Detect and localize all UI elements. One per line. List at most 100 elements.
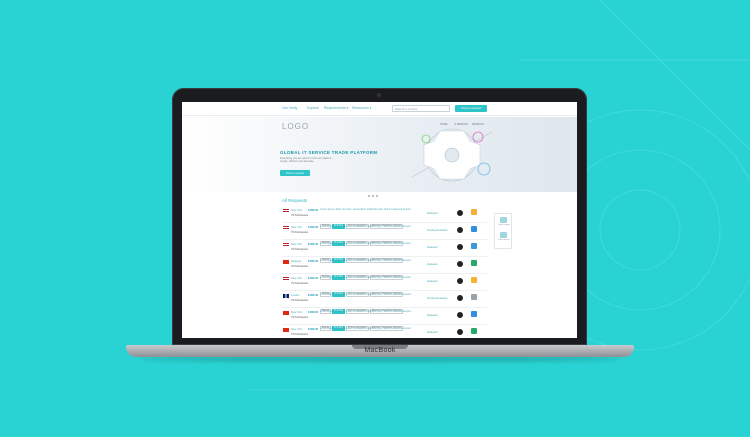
request-tags: BudgetFull-timeProject IntegrationRemote… (320, 332, 404, 338)
action-circle-icon[interactable] (457, 329, 463, 335)
requests-list: New York $ 800.00 79 Participants Lorem ips… (282, 206, 487, 338)
request-price: $ 800.00 (308, 310, 319, 314)
service-tile-icon[interactable] (471, 294, 477, 300)
service-tile-icon[interactable] (471, 209, 477, 215)
flag-icon (283, 277, 289, 281)
service-tile-icon[interactable] (471, 277, 477, 283)
request-status: Evaluated (427, 331, 438, 334)
request-location: New York (291, 242, 302, 246)
carousel-dots[interactable] (368, 184, 380, 202)
request-location: New York (291, 208, 302, 212)
request-status: Evaluated (427, 280, 438, 283)
request-status: Evaluated (427, 212, 438, 215)
request-description-link[interactable]: Lorem ipsum dolor sit amet, consectetur … (320, 259, 424, 262)
service-tile-icon[interactable] (471, 243, 477, 249)
post-request-icon (500, 217, 507, 223)
request-description-link[interactable]: Lorem ipsum dolor sit amet, consectetur … (320, 208, 424, 211)
request-description-link[interactable]: Lorem ipsum dolor sit amet, consectetur … (320, 293, 424, 296)
service-tile-icon[interactable] (471, 226, 477, 232)
action-circle-icon[interactable] (457, 227, 463, 233)
action-circle-icon[interactable] (457, 312, 463, 318)
request-participants: 79 Participants (291, 333, 309, 336)
request-location: Malaysia (291, 259, 302, 263)
laptop-brand-label: MacBook (364, 347, 396, 354)
gear-illustration (411, 128, 493, 182)
request-price: $ 800.00 (308, 276, 319, 280)
side-widget[interactable]: Post a request Find a service (494, 213, 512, 249)
request-row[interactable]: New York $ 800.00 79 Participants Lorem ips… (282, 325, 487, 338)
action-circle-icon[interactable] (457, 278, 463, 284)
search-input[interactable]: Search a service (392, 105, 450, 112)
request-description-link[interactable]: Lorem ipsum dolor sit amet, consectetur … (320, 310, 424, 313)
flag-icon (283, 260, 289, 264)
post-request-button[interactable]: Post a request (455, 105, 487, 112)
side-widget-find[interactable]: Find a service (496, 239, 512, 241)
hero-subtitle: Everything you are about to find out mak… (280, 157, 332, 164)
request-row[interactable]: New York $ 800.00 79 Participants Lorem ips… (282, 206, 487, 229)
request-status: Pending Evaluation (427, 297, 448, 300)
action-circle-icon[interactable] (457, 261, 463, 267)
website-screen: Get Verify Explore Requirements ▾ Resour… (182, 102, 577, 338)
request-row[interactable]: New York $ 800.00 79 Participants Lorem ips… (282, 223, 487, 246)
hero-title: GLOBAL IT SERVICE TRADE PLATFORM (280, 150, 378, 155)
request-price: $ 800.00 (308, 259, 319, 263)
request-row[interactable]: New York $ 800.00 79 Participants Lorem ips… (282, 274, 487, 297)
top-navigation: Get Verify Explore Requirements ▾ Resour… (182, 102, 577, 116)
flag-icon (283, 294, 289, 298)
request-price: $ 800.00 (308, 208, 319, 212)
flag-icon (283, 328, 289, 332)
request-participants: 79 Participants (291, 231, 309, 234)
request-status: Evaluated (427, 246, 438, 249)
laptop-bezel: Get Verify Explore Requirements ▾ Resour… (172, 88, 587, 345)
flag-icon (283, 226, 289, 230)
request-location: London (291, 293, 300, 297)
request-price: $ 800.00 (308, 327, 319, 331)
request-status: Pending Evaluation (427, 229, 448, 232)
find-service-icon (500, 232, 507, 238)
side-widget-post[interactable]: Post a request (496, 224, 512, 226)
flag-icon (283, 209, 289, 213)
request-participants: 79 Participants (291, 316, 309, 319)
request-participants: 79 Participants (291, 214, 309, 217)
request-location: New York (291, 327, 302, 331)
nav-link-explore[interactable]: Explore (307, 106, 319, 110)
flag-icon (283, 243, 289, 247)
service-tile-icon[interactable] (471, 328, 477, 334)
hero-banner: LOGO HOME IT SERVICE PRODUCT GLOBAL IT S… (182, 117, 577, 197)
request-location: New York (291, 310, 302, 314)
request-description-link[interactable]: Lorem ipsum dolor sit amet, consectetur … (320, 225, 424, 228)
request-status: Evaluated (427, 314, 438, 317)
laptop-mockup: Get Verify Explore Requirements ▾ Resour… (0, 0, 750, 437)
request-price: $ 800.00 (308, 225, 319, 229)
nav-link-verify[interactable]: Get Verify (282, 106, 297, 110)
request-location: New York (291, 276, 302, 280)
request-participants: 79 Participants (291, 299, 309, 302)
request-participants: 79 Participants (291, 265, 309, 268)
request-row[interactable]: New York $ 800.00 79 Participants Lorem ips… (282, 240, 487, 263)
request-row[interactable]: New York $ 800.00 79 Participants Lorem ips… (282, 308, 487, 331)
request-price: $ 800.00 (308, 242, 319, 246)
request-status: Evaluated (427, 263, 438, 266)
request-location: New York (291, 225, 302, 229)
camera-icon (377, 93, 381, 97)
request-row[interactable]: Malaysia $ 800.00 79 Participants Lorem ips… (282, 257, 487, 280)
flag-icon (283, 311, 289, 315)
nav-link-requirements[interactable]: Requirements ▾ (324, 106, 349, 110)
request-description-link[interactable]: Lorem ipsum dolor sit amet, consectetur … (320, 242, 424, 245)
request-participants: 79 Participants (291, 282, 309, 285)
request-description-link[interactable]: Lorem ipsum dolor sit amet, consectetur … (320, 327, 424, 330)
request-description-link[interactable]: Lorem ipsum dolor sit amet, consectetur … (320, 276, 424, 279)
service-tile-icon[interactable] (471, 311, 477, 317)
nav-link-resources[interactable]: Resources ▾ (352, 106, 371, 110)
laptop-base: MacBook (126, 345, 634, 357)
action-circle-icon[interactable] (457, 210, 463, 216)
request-price: $ 800.00 (308, 293, 319, 297)
action-circle-icon[interactable] (457, 295, 463, 301)
hero-post-request-button[interactable]: Post a request (280, 170, 310, 176)
service-tile-icon[interactable] (471, 260, 477, 266)
action-circle-icon[interactable] (457, 244, 463, 250)
requests-section-title: All Requests (282, 198, 308, 203)
request-row[interactable]: London $ 800.00 79 Participants Lorem ipsum… (282, 291, 487, 314)
site-logo[interactable]: LOGO (282, 122, 309, 131)
request-participants: 79 Participants (291, 248, 309, 251)
